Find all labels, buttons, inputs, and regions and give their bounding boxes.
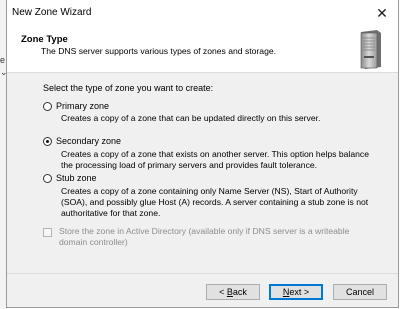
store-in-active-directory-checkbox[interactable] — [43, 228, 52, 237]
stub-zone-radio[interactable] — [43, 174, 52, 183]
zone-type-prompt: Select the type of zone you want to crea… — [43, 83, 214, 93]
new-zone-wizard-dialog: New Zone Wizard ✕ Zone Type The DNS serv… — [6, 0, 399, 308]
primary-zone-radio[interactable] — [43, 102, 52, 111]
background-window-text: e — [0, 55, 6, 65]
secondary-zone-label[interactable]: Secondary zone — [56, 136, 121, 146]
window-title: New Zone Wizard — [12, 7, 92, 18]
back-button-rest: ack — [232, 287, 247, 297]
page-subtitle: The DNS server supports various types of… — [41, 46, 277, 56]
server-icon — [360, 30, 381, 69]
primary-zone-description: Creates a copy of a zone that can be upd… — [61, 113, 321, 123]
title-bar: New Zone Wizard ✕ — [7, 0, 398, 27]
wizard-footer: < Back Next > Cancel — [7, 273, 398, 309]
next-button-rest: ext > — [289, 287, 310, 297]
primary-zone-label[interactable]: Primary zone — [56, 101, 109, 111]
stub-zone-description: Creates a copy of a zone containing only… — [61, 186, 369, 218]
close-icon[interactable]: ✕ — [372, 4, 392, 22]
store-in-active-directory-label: Store the zone in Active Directory (avai… — [59, 226, 350, 247]
back-button-prefix: < — [219, 287, 227, 297]
secondary-zone-description: Creates a copy of a zone that exists on … — [61, 149, 369, 170]
next-button[interactable]: Next > — [269, 284, 323, 300]
stub-zone-label[interactable]: Stub zone — [56, 173, 97, 183]
secondary-zone-radio[interactable] — [43, 137, 52, 146]
wizard-header: Zone Type The DNS server supports variou… — [7, 27, 398, 73]
cancel-button[interactable]: Cancel — [333, 284, 387, 300]
back-button[interactable]: < Back — [206, 284, 260, 300]
wizard-body: Select the type of zone you want to crea… — [7, 73, 398, 273]
page-title: Zone Type — [21, 34, 68, 45]
